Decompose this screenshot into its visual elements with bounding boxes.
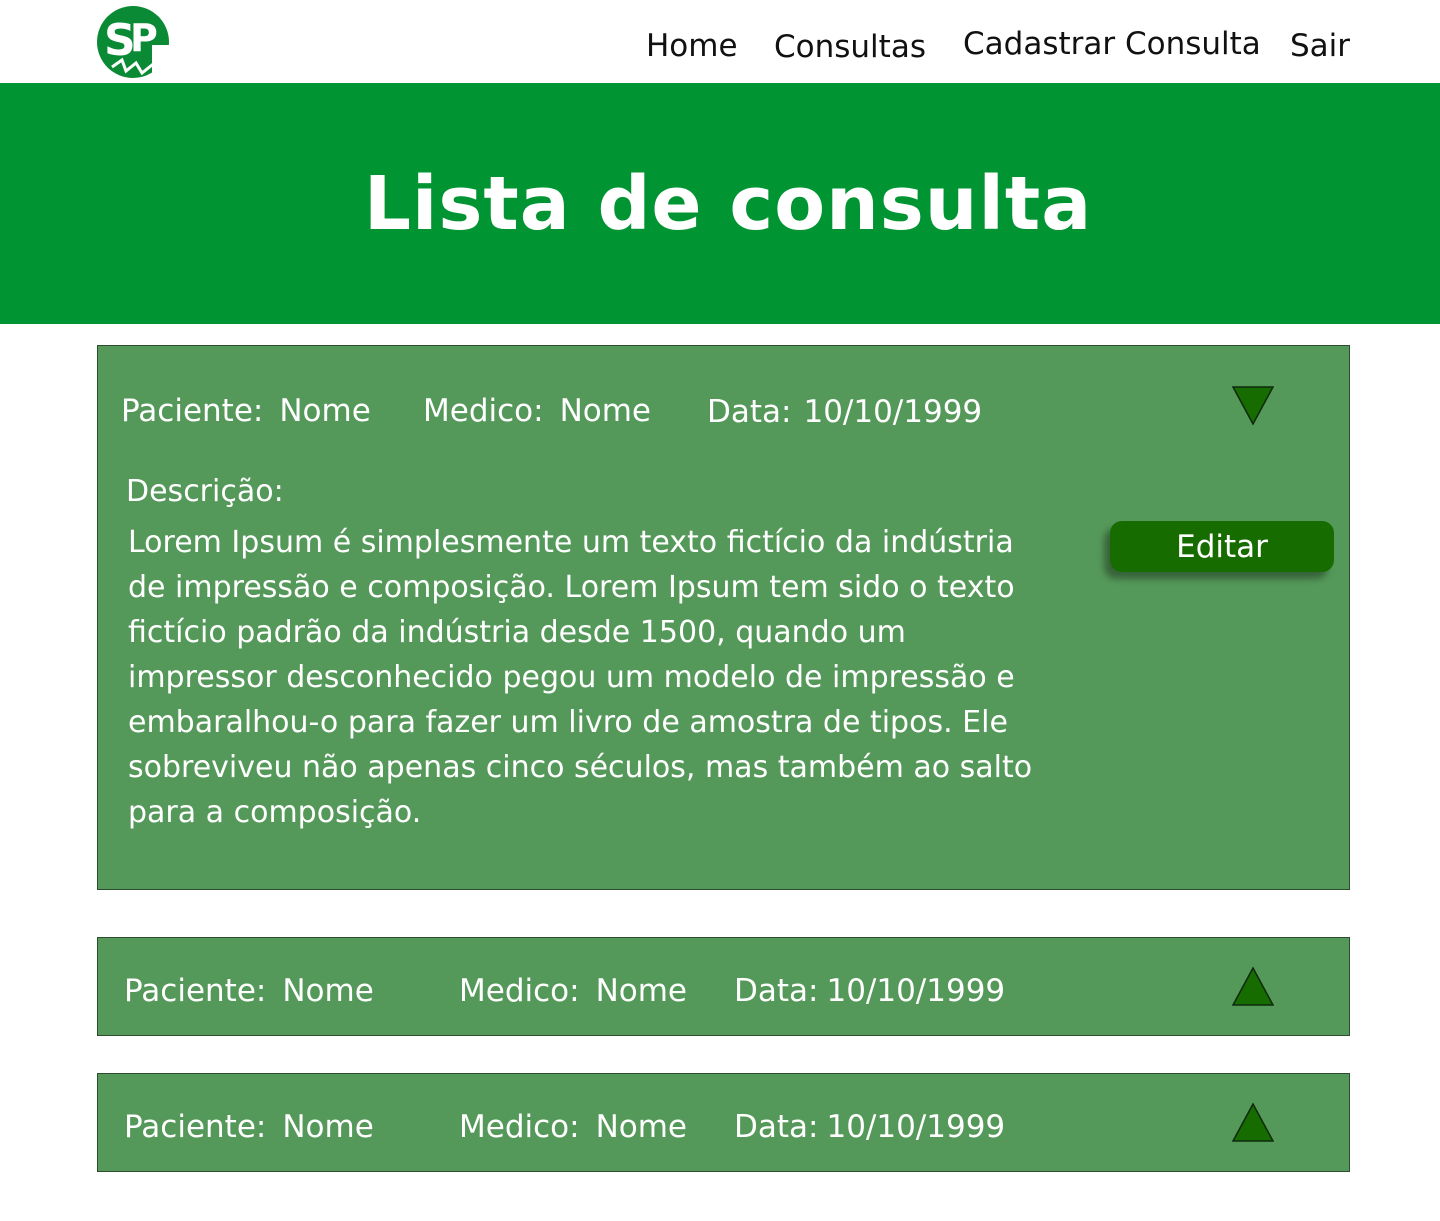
data-label: Data: bbox=[734, 1109, 819, 1145]
data-field: Data: 10/10/1999 bbox=[734, 1107, 1005, 1147]
data-field: Data: 10/10/1999 bbox=[734, 971, 1005, 1011]
medico-label: Medico: bbox=[459, 973, 580, 1009]
paciente-label: Paciente: bbox=[121, 393, 264, 429]
medico-field: Medico: Nome bbox=[459, 1107, 687, 1147]
data-label: Data: bbox=[707, 394, 792, 430]
triangle-up-icon bbox=[1231, 966, 1275, 1006]
triangle-up-icon bbox=[1231, 1102, 1275, 1142]
paciente-field: Paciente: Nome bbox=[121, 391, 371, 431]
medico-value: Nome bbox=[595, 1109, 688, 1145]
nav-cadastrar-consulta-link[interactable]: Cadastrar Consulta bbox=[963, 24, 1261, 64]
paciente-value: Nome bbox=[279, 393, 371, 429]
logo[interactable]: S P bbox=[96, 5, 170, 79]
medico-label: Medico: bbox=[423, 393, 544, 429]
editar-button[interactable]: Editar bbox=[1110, 521, 1334, 572]
consulta-card-expanded: Paciente: Nome Medico: Nome Data: 10/10/199… bbox=[97, 345, 1350, 890]
page-title: Lista de consulta bbox=[363, 160, 1093, 247]
sp-logo-icon: S P bbox=[97, 6, 170, 79]
expand-toggle-button[interactable] bbox=[1231, 1102, 1275, 1142]
nav-home-link[interactable]: Home bbox=[646, 26, 738, 66]
top-navbar: S P Home Consultas Cadastrar Consulta Sa… bbox=[0, 0, 1440, 83]
consulta-card-collapsed[interactable]: Paciente: Nome Medico: Nome Data: 10/10/199… bbox=[97, 937, 1350, 1036]
medico-field: Medico: Nome bbox=[459, 971, 687, 1011]
triangle-down-icon bbox=[1231, 386, 1275, 426]
medico-value: Nome bbox=[559, 393, 652, 429]
medico-field: Medico: Nome bbox=[423, 391, 651, 431]
hero-banner: Lista de consulta bbox=[0, 83, 1440, 324]
medico-label: Medico: bbox=[459, 1109, 580, 1145]
data-label: Data: bbox=[734, 973, 819, 1009]
nav-sair-link[interactable]: Sair bbox=[1290, 26, 1350, 66]
paciente-label: Paciente: bbox=[124, 1109, 267, 1145]
descricao-label: Descrição: bbox=[126, 474, 284, 509]
expand-toggle-button[interactable] bbox=[1231, 966, 1275, 1006]
paciente-field: Paciente: Nome bbox=[124, 971, 374, 1011]
data-value: 10/10/1999 bbox=[803, 394, 983, 430]
nav-consultas-link[interactable]: Consultas bbox=[774, 27, 926, 67]
consulta-card-collapsed[interactable]: Paciente: Nome Medico: Nome Data: 10/10/199… bbox=[97, 1073, 1350, 1172]
paciente-label: Paciente: bbox=[124, 973, 267, 1009]
data-value: 10/10/1999 bbox=[826, 1109, 1006, 1145]
collapse-toggle-button[interactable] bbox=[1231, 386, 1275, 426]
paciente-value: Nome bbox=[282, 1109, 374, 1145]
data-value: 10/10/1999 bbox=[826, 973, 1006, 1009]
descricao-text: Lorem Ipsum é simplesmente um texto fict… bbox=[128, 525, 1033, 830]
data-field: Data: 10/10/1999 bbox=[707, 392, 982, 432]
medico-value: Nome bbox=[595, 973, 688, 1009]
paciente-field: Paciente: Nome bbox=[124, 1107, 374, 1147]
paciente-value: Nome bbox=[282, 973, 374, 1009]
